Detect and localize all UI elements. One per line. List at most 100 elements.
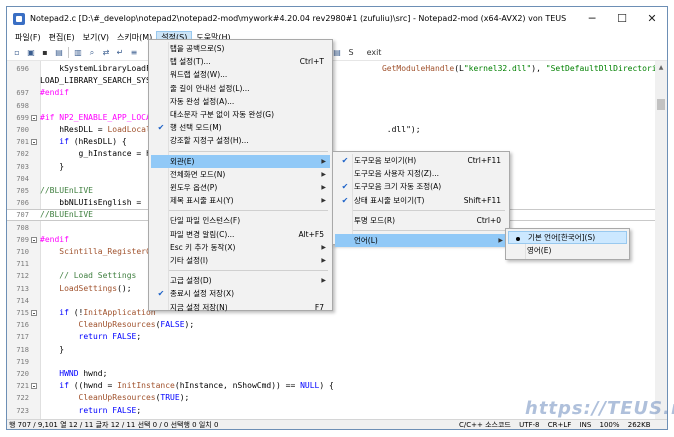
line-number: 697 bbox=[16, 89, 29, 98]
settings-menu-item[interactable]: 고급 설정(D) ▶ bbox=[151, 274, 330, 287]
line-number: 709 bbox=[16, 235, 29, 244]
line-number: 699 bbox=[16, 113, 29, 122]
language-menu-item[interactable]: 기본 언어[한국어](S) bbox=[508, 231, 627, 244]
line-number: 704 bbox=[16, 174, 29, 183]
settings-menu-item-label: 지금 설정 저장(N) bbox=[170, 302, 228, 312]
code-text: } bbox=[40, 161, 65, 171]
status-encoding[interactable]: C/C++ 소스코드 bbox=[459, 421, 511, 429]
settings-menu-item[interactable]: 줄 길이 안내선 설정(L)... bbox=[151, 82, 330, 95]
settings-menu-item[interactable]: Esc 키 추가 동작(X) ▶ bbox=[151, 241, 330, 254]
settings-menu-item[interactable]: ✔ 행 선택 모드(M) bbox=[151, 121, 330, 134]
settings-menu-item[interactable]: 외관(E) ▶ bbox=[151, 154, 330, 168]
settings-menu-item[interactable]: 탭 설정(T)... Ctrl+T bbox=[151, 55, 330, 68]
replace-icon[interactable]: ⇄ bbox=[100, 47, 112, 59]
settings-menu-item[interactable]: 지금 설정 저장(N) F7 bbox=[151, 301, 330, 314]
menu-separator bbox=[169, 270, 328, 272]
submenu-arrow-icon: ▶ bbox=[321, 243, 326, 251]
settings-menu-item[interactable]: ✔ 종료시 설정 저장(X) bbox=[151, 287, 330, 300]
settings-menu-item-label: 외관(E) bbox=[170, 156, 195, 166]
code-text: return FALSE; bbox=[40, 332, 142, 342]
settings-menu-item[interactable]: 전체화면 모드(N) ▶ bbox=[151, 168, 330, 181]
checkmark-icon: ✔ bbox=[157, 123, 165, 133]
status-position: 행 707 / 9,101 열 12 / 11 글자 12 / 11 선택 0 … bbox=[9, 421, 219, 429]
save-icon[interactable]: ▪ bbox=[39, 47, 51, 59]
status-charset[interactable]: UTF-8 bbox=[519, 421, 539, 429]
appearance-menu-item[interactable]: 언어(L) ▶ bbox=[335, 234, 507, 247]
menu-edit[interactable]: 편집(E) bbox=[45, 31, 79, 45]
code-line[interactable]: 721 if ((hwnd = InitInstance(hInstance, … bbox=[7, 380, 655, 392]
code-line[interactable]: 719 bbox=[7, 356, 655, 368]
exit-button[interactable]: exit bbox=[364, 47, 384, 59]
fold-toggle-icon[interactable] bbox=[31, 236, 37, 243]
find-icon[interactable]: ⌕ bbox=[86, 47, 98, 59]
status-zoom[interactable]: 100% bbox=[600, 421, 620, 429]
maximize-button[interactable]: ☐ bbox=[607, 7, 637, 30]
fold-toggle-icon[interactable] bbox=[31, 383, 37, 390]
shortcut-label: Ctrl+F11 bbox=[467, 156, 502, 165]
status-mode[interactable]: INS bbox=[580, 421, 592, 429]
settings-menu-item[interactable]: 워드랩 설정(W)... bbox=[151, 68, 330, 81]
appearance-menu-item-label: 도구모음 사용자 지정(Z)... bbox=[354, 169, 440, 179]
save-as-icon[interactable]: ▤ bbox=[53, 47, 65, 59]
fold-toggle-icon[interactable] bbox=[31, 139, 37, 146]
settings-menu-item[interactable]: 제목 표시줄 표시(Y) ▶ bbox=[151, 194, 330, 207]
appearance-menu-item[interactable]: 투명 모드(R) Ctrl+0 bbox=[335, 214, 507, 227]
line-number: 713 bbox=[16, 284, 29, 293]
appearance-menu-item[interactable]: ✔ 도구모음 보이기(H) Ctrl+F11 bbox=[335, 154, 507, 167]
close-button[interactable]: ✕ bbox=[637, 7, 667, 30]
settings-menu-item[interactable]: 강조할 지정구 설정(H)... bbox=[151, 134, 330, 147]
status-eol[interactable]: CR+LF bbox=[548, 421, 572, 429]
toolbar-separator bbox=[68, 47, 69, 58]
line-number: 696 bbox=[16, 65, 29, 73]
code-text: CleanUpResources(FALSE); bbox=[78, 320, 195, 330]
settings-menu-item-label: 파일 변경 알림(C)... bbox=[170, 229, 235, 239]
settings-menu-item[interactable]: 기타 설정(I) ▶ bbox=[151, 254, 330, 267]
line-number: 720 bbox=[16, 370, 29, 378]
schema-label[interactable]: S bbox=[345, 47, 357, 59]
fold-toggle-icon[interactable] bbox=[31, 114, 37, 121]
submenu-arrow-icon: ▶ bbox=[321, 170, 326, 178]
scroll-up-icon[interactable]: ▲ bbox=[655, 61, 667, 73]
title-bar[interactable]: Notepad2.c [D:\#_develop\notepad2\notepa… bbox=[7, 7, 667, 30]
code-text: #endif bbox=[40, 234, 69, 244]
new-icon[interactable]: ▫ bbox=[11, 47, 23, 59]
submenu-arrow-icon: ▶ bbox=[498, 237, 503, 244]
line-number: 703 bbox=[16, 162, 29, 171]
appearance-menu-item[interactable]: 도구모음 사용자 지정(Z)... bbox=[335, 167, 507, 180]
line-number: 708 bbox=[16, 223, 29, 232]
code-line[interactable]: 718 } bbox=[7, 344, 655, 356]
code-line[interactable]: 716 CleanUpResources(FALSE); bbox=[7, 319, 655, 331]
settings-menu-item-label: 종료시 설정 저장(X) bbox=[170, 289, 235, 299]
menu-file[interactable]: 파일(F) bbox=[11, 31, 45, 45]
print-icon[interactable]: ▥ bbox=[72, 47, 84, 59]
appearance-menu-item[interactable]: ✔ 도구모음 크기 자동 조정(A) bbox=[335, 180, 507, 193]
settings-menu-item[interactable]: 탭을 공백으로(S) bbox=[151, 42, 330, 55]
code-text: LoadSettings(); bbox=[59, 283, 132, 293]
settings-menu-item-label: 탭을 공백으로(S) bbox=[170, 44, 225, 53]
appearance-menu-item[interactable]: ✔ 상태 표시줄 보이기(T) Shift+F11 bbox=[335, 194, 507, 207]
language-menu-item[interactable]: 영어(E) bbox=[508, 244, 627, 257]
appearance-menu-item-label: 도구모음 크기 자동 조정(A) bbox=[354, 182, 442, 192]
settings-menu-item-label: 강조할 지정구 설정(H)... bbox=[170, 136, 249, 146]
status-bar: 행 707 / 9,101 열 12 / 11 글자 12 / 11 선택 0 … bbox=[7, 419, 667, 429]
settings-menu-item[interactable]: 단일 파일 인스턴스(F) bbox=[151, 214, 330, 227]
settings-menu-item-label: 기타 설정(I) bbox=[170, 256, 209, 265]
line-number: 715 bbox=[16, 309, 29, 317]
settings-menu-item[interactable]: 대소문자 구분 없이 자동 완성(G) bbox=[151, 108, 330, 121]
open-icon[interactable]: ▣ bbox=[25, 47, 37, 59]
settings-menu-item[interactable]: 자동 완성 설정(A)... bbox=[151, 95, 330, 108]
vertical-scrollbar[interactable]: ▲ bbox=[655, 61, 667, 419]
settings-menu-item-label: 제목 표시줄 표시(Y) bbox=[170, 196, 234, 206]
code-line[interactable]: 720 HWND hwnd; bbox=[7, 368, 655, 380]
schema-icon[interactable]: ≡ bbox=[128, 47, 140, 59]
appearance-menu-item-label: 언어(L) bbox=[354, 236, 378, 245]
menu-view[interactable]: 보기(V) bbox=[79, 31, 113, 45]
wordwrap-icon[interactable]: ↵ bbox=[114, 47, 126, 59]
fold-toggle-icon[interactable] bbox=[31, 310, 37, 316]
minimize-button[interactable]: ─ bbox=[577, 7, 607, 30]
code-text: CleanUpResources(TRUE); bbox=[78, 393, 190, 403]
scroll-thumb[interactable] bbox=[657, 99, 665, 110]
settings-menu-item[interactable]: 윈도우 옵션(P) ▶ bbox=[151, 181, 330, 194]
settings-menu-item[interactable]: 파일 변경 알림(C)... Alt+F5 bbox=[151, 228, 330, 241]
code-line[interactable]: 717 return FALSE; bbox=[7, 331, 655, 343]
